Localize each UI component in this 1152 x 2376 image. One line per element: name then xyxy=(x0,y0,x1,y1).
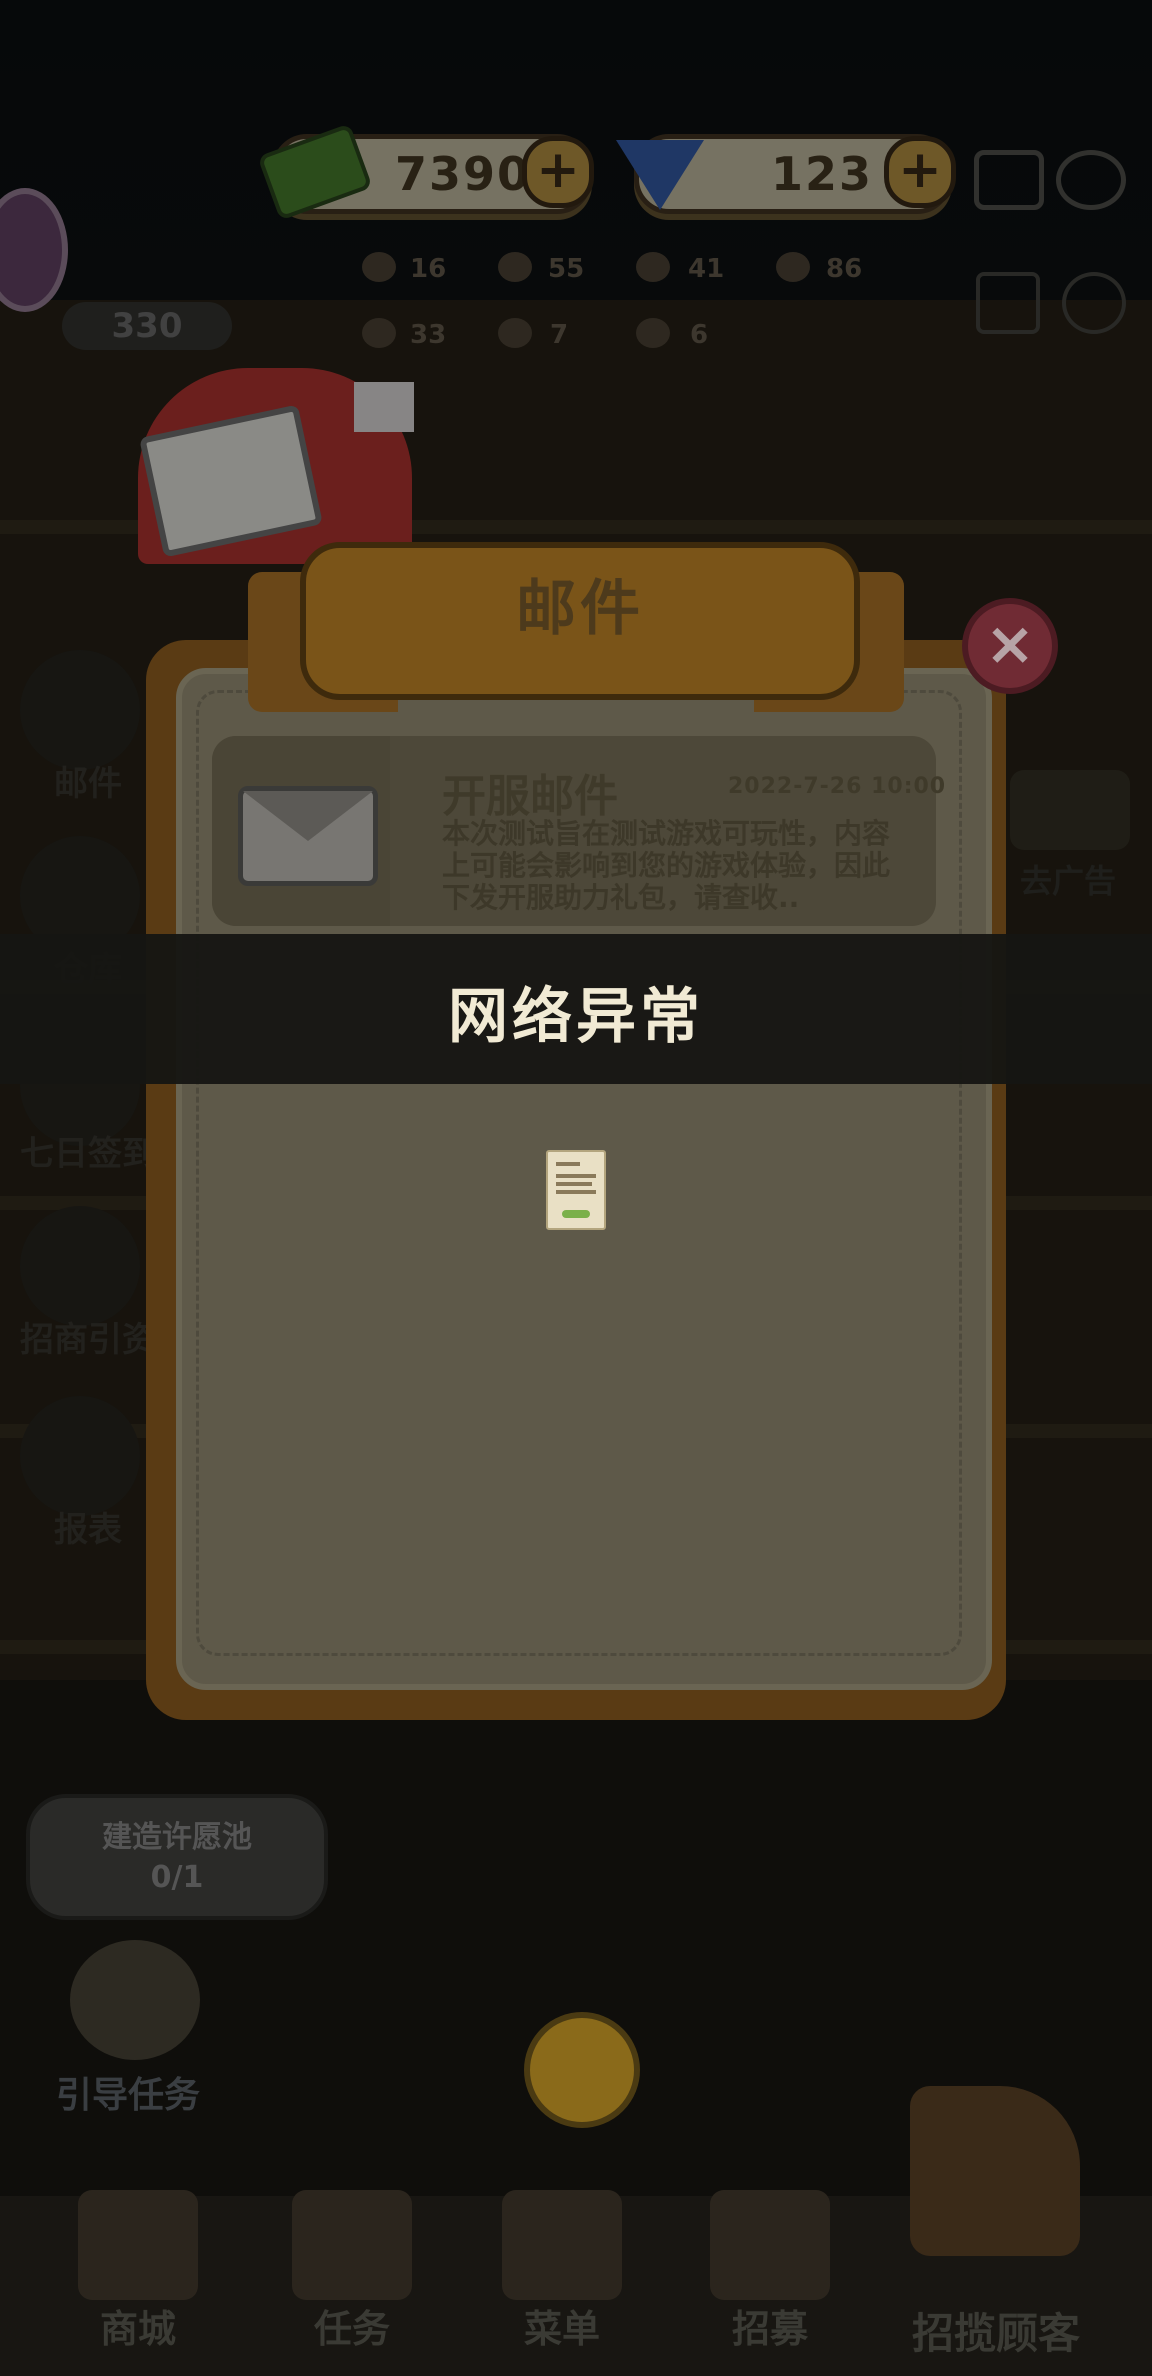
close-icon: × xyxy=(984,609,1036,679)
shop-icon xyxy=(78,2190,198,2300)
nav-recruit-label: 招募 xyxy=(731,2307,808,2351)
menu-book-icon xyxy=(502,2190,622,2300)
attract-customers-label[interactable]: 招揽顾客 xyxy=(912,2300,1080,2361)
popup-title: 邮件 xyxy=(516,574,644,644)
guide-task-label[interactable]: 引导任务 xyxy=(56,2066,200,2118)
loading-letter-icon xyxy=(546,1150,606,1230)
build-task-bubble[interactable]: 建造许愿池 0/1 xyxy=(26,1794,328,1920)
build-task-title: 建造许愿池 xyxy=(102,1820,252,1855)
nav-recruit[interactable]: 招募 xyxy=(700,2190,840,2351)
megaphone-icon[interactable] xyxy=(910,2086,1080,2256)
mail-date: 2022-7-26 10:00 xyxy=(728,774,947,799)
nav-shop-label: 商城 xyxy=(99,2307,176,2351)
mail-title: 开服邮件 xyxy=(442,771,618,822)
nav-menu[interactable]: 菜单 xyxy=(492,2190,632,2351)
envelope-icon xyxy=(238,786,378,886)
toast-message: 网络异常 xyxy=(448,982,704,1052)
heart-icon[interactable] xyxy=(524,2012,640,2128)
close-button[interactable]: × xyxy=(962,598,1058,694)
recruit-icon xyxy=(710,2190,830,2300)
nav-tasks-label: 任务 xyxy=(313,2307,390,2351)
mailbox-flag xyxy=(354,382,414,432)
nav-shop[interactable]: 商城 xyxy=(68,2190,208,2351)
nav-tasks[interactable]: 任务 xyxy=(282,2190,422,2351)
nav-menu-label: 菜单 xyxy=(523,2307,600,2351)
guide-character-icon[interactable] xyxy=(70,1940,200,2060)
clipboard-icon xyxy=(292,2190,412,2300)
build-task-progress: 0/1 xyxy=(150,1860,204,1895)
mail-preview: 本次测试旨在测试游戏可玩性，内容上可能会影响到您的游戏体验，因此下发开服助力礼包… xyxy=(442,818,891,914)
